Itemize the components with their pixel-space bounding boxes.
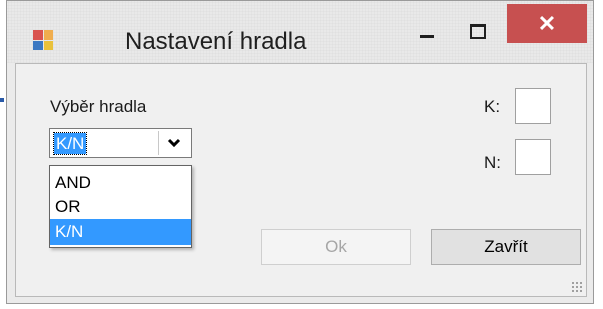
option-kn[interactable]: K/N xyxy=(50,219,191,245)
icon-tile-red xyxy=(33,30,43,40)
minimize-button[interactable] xyxy=(411,11,445,45)
option-and[interactable]: AND xyxy=(50,170,191,196)
close-button[interactable]: ✕ xyxy=(507,4,587,43)
k-input[interactable] xyxy=(515,88,551,124)
window-title: Nastavení hradla xyxy=(125,28,307,55)
gate-select[interactable]: K/N xyxy=(49,128,192,158)
close-dialog-button[interactable]: Zavřít xyxy=(431,229,581,265)
option-or[interactable]: OR xyxy=(50,194,191,220)
gate-dropdown-list: AND OR K/N xyxy=(49,165,192,248)
k-label: K: xyxy=(484,97,501,116)
resize-grip-icon[interactable] xyxy=(571,281,583,293)
icon-tile-orange xyxy=(43,30,53,40)
maximize-button[interactable] xyxy=(461,11,495,45)
n-input[interactable] xyxy=(515,139,551,175)
gate-select-value: K/N xyxy=(52,132,88,155)
form-icon[interactable] xyxy=(33,30,53,50)
chevron-down-icon[interactable] xyxy=(158,131,189,155)
icon-tile-yellow xyxy=(43,40,53,50)
ok-button[interactable]: Ok xyxy=(261,229,411,265)
gate-select-label: Výběr hradla xyxy=(50,97,147,116)
icon-tile-blue xyxy=(33,40,43,50)
edge-mark xyxy=(0,98,4,102)
title-bar[interactable]: Nastavení hradla ✕ xyxy=(7,1,593,63)
n-label: N: xyxy=(484,153,501,172)
dialog-window: Nastavení hradla ✕ Výběr hradla K/N AND … xyxy=(6,0,594,304)
